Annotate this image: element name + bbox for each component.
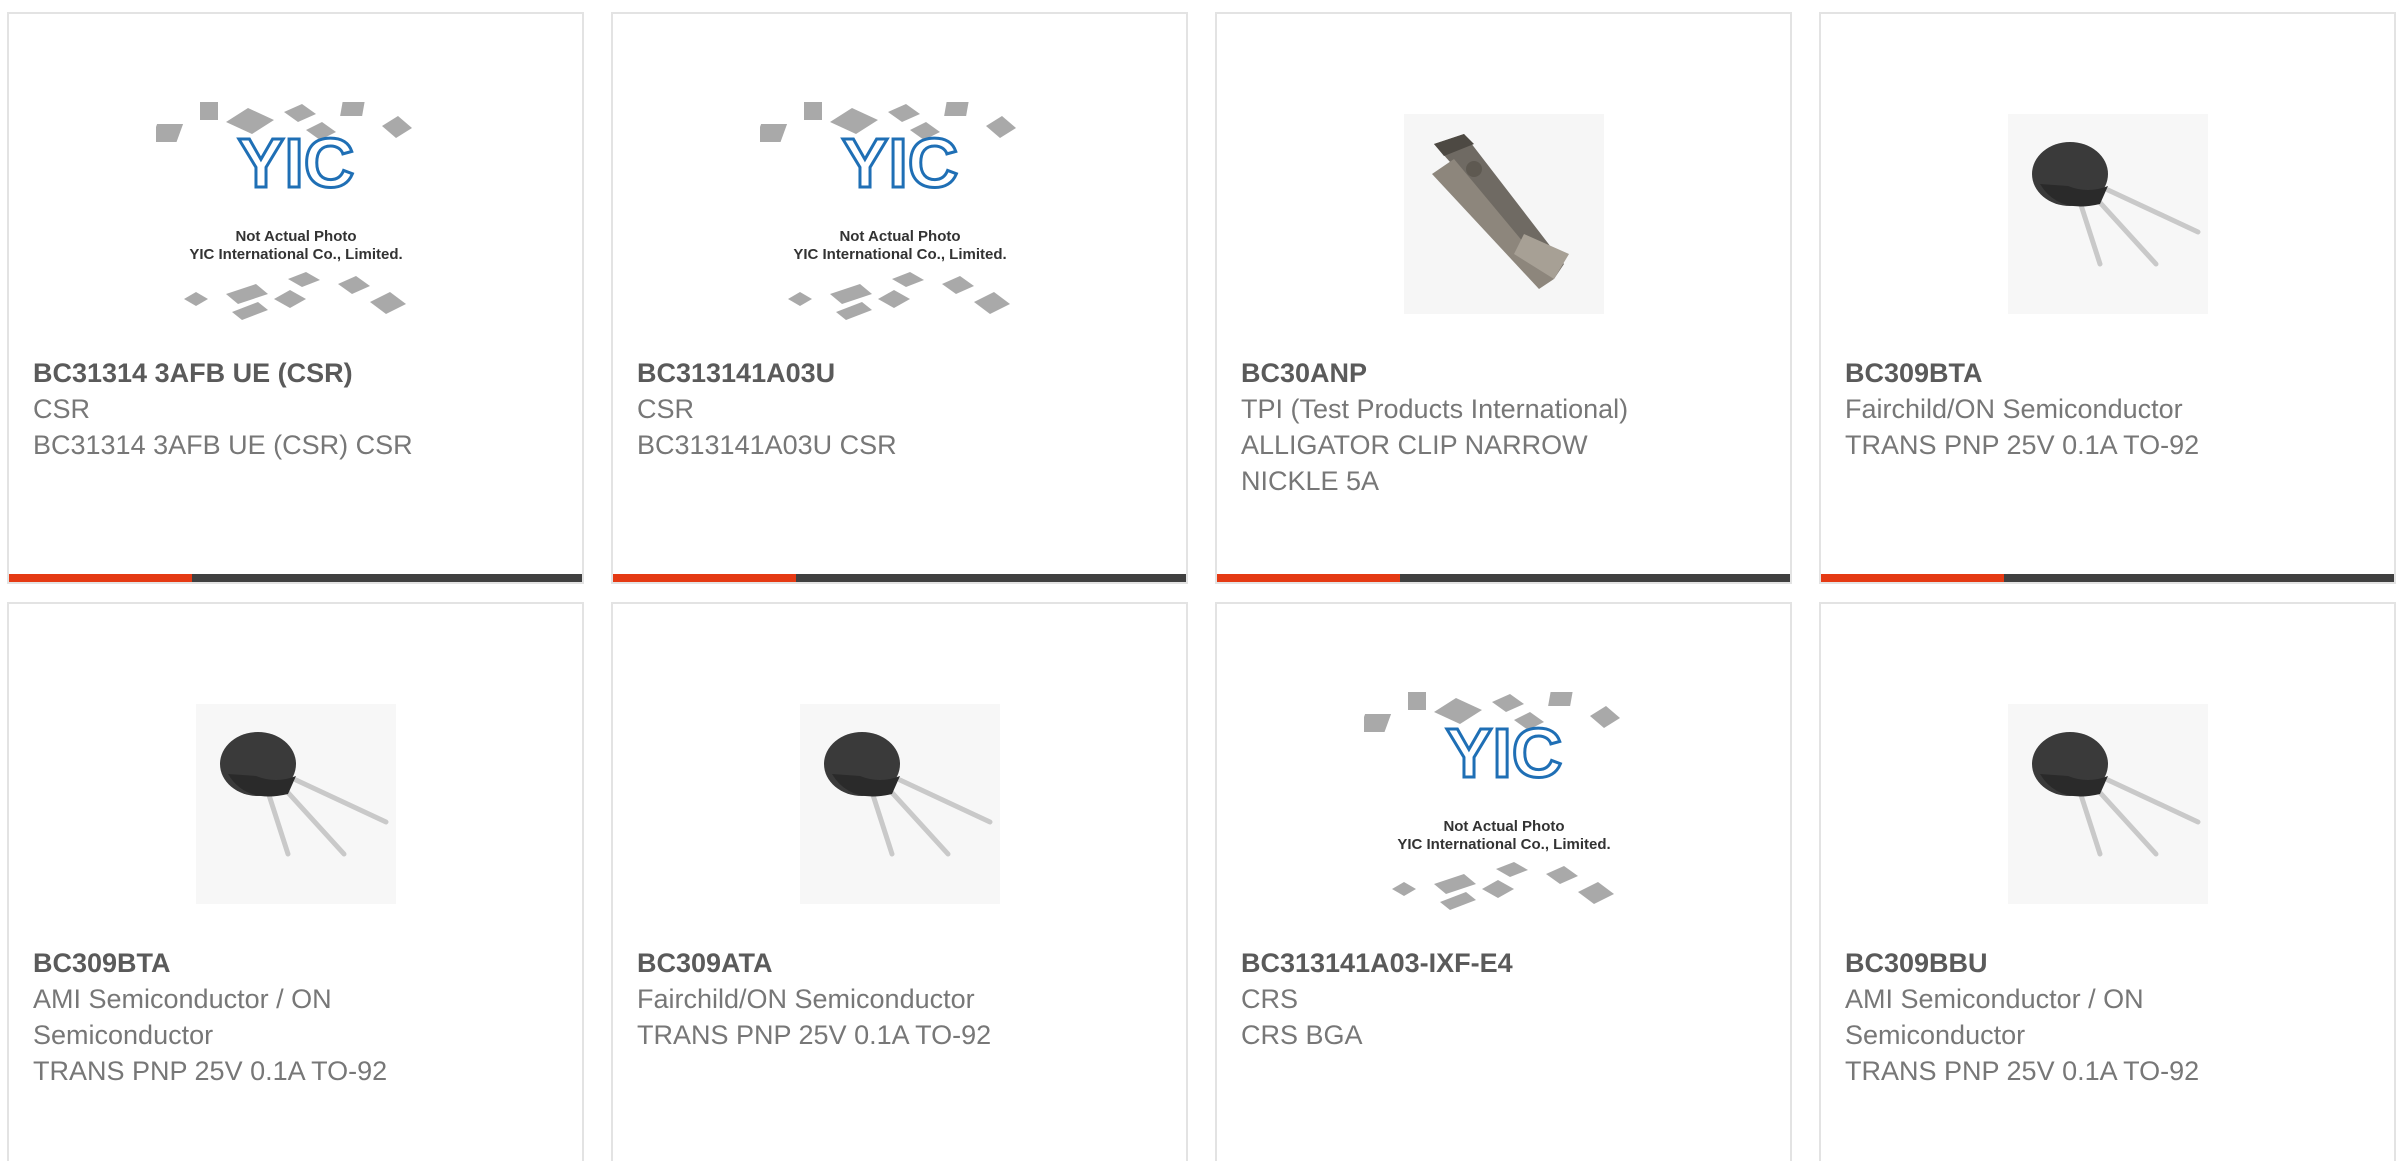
- part-number[interactable]: BC313141A03U: [637, 355, 1162, 391]
- product-card[interactable]: BC309BTA Fairchild/ON Semiconductor TRAN…: [1819, 12, 2396, 584]
- placeholder-caption-2: YIC International Co., Limited.: [1397, 836, 1610, 853]
- transistor-image[interactable]: [156, 684, 436, 924]
- part-number[interactable]: BC309BBU: [1845, 945, 2370, 981]
- description: TRANS PNP 25V 0.1A TO-92: [637, 1020, 992, 1050]
- description: TRANS PNP 25V 0.1A TO-92: [1845, 1056, 2200, 1086]
- transistor-image[interactable]: [1968, 94, 2248, 334]
- card-bottom-bar: [1217, 574, 1790, 582]
- manufacturer: AMI Semiconductor / ON Semiconductor: [33, 984, 332, 1050]
- product-card[interactable]: BC309BTA AMI Semiconductor / ON Semicond…: [7, 602, 584, 1161]
- description: TRANS PNP 25V 0.1A TO-92: [33, 1056, 388, 1086]
- part-number[interactable]: BC309BTA: [1845, 355, 2370, 391]
- product-card[interactable]: YIC Not Actual Photo YIC International C…: [7, 12, 584, 584]
- product-card[interactable]: BC309ATA Fairchild/ON Semiconductor TRAN…: [611, 602, 1188, 1161]
- placeholder-caption-2: YIC International Co., Limited.: [793, 246, 1006, 263]
- manufacturer: Fairchild/ON Semiconductor: [1845, 394, 2183, 424]
- transistor-image[interactable]: [760, 684, 1040, 924]
- manufacturer: Fairchild/ON Semiconductor: [637, 984, 975, 1014]
- svg-text:YIC: YIC: [1445, 714, 1562, 792]
- product-card[interactable]: BC309BBU AMI Semiconductor / ON Semicond…: [1819, 602, 2396, 1161]
- svg-text:YIC: YIC: [841, 124, 958, 202]
- placeholder-caption-1: Not Actual Photo: [839, 228, 960, 245]
- placeholder-caption-2: YIC International Co., Limited.: [189, 246, 402, 263]
- product-grid: YIC Not Actual Photo YIC International C…: [0, 0, 2400, 1161]
- card-bottom-bar: [9, 574, 582, 582]
- description: CRS BGA: [1241, 1020, 1363, 1050]
- card-bottom-bar: [613, 574, 1186, 582]
- product-info: BC30ANP TPI (Test Products International…: [1241, 355, 1766, 499]
- product-info: BC309BBU AMI Semiconductor / ON Semicond…: [1845, 945, 2370, 1089]
- product-info: BC31314 3AFB UE (CSR) CSR BC31314 3AFB U…: [33, 355, 558, 463]
- part-number[interactable]: BC309BTA: [33, 945, 558, 981]
- product-image-placeholder[interactable]: YIC Not Actual Photo YIC International C…: [155, 94, 436, 334]
- placeholder-caption-1: Not Actual Photo: [1443, 818, 1564, 835]
- manufacturer: TPI (Test Products International): [1241, 394, 1629, 424]
- placeholder-caption-1: Not Actual Photo: [235, 228, 356, 245]
- product-card[interactable]: YIC Not Actual Photo YIC International C…: [611, 12, 1188, 584]
- product-info: BC313141A03U CSR BC313141A03U CSR: [637, 355, 1162, 463]
- manufacturer: CSR: [33, 394, 91, 424]
- transistor-image[interactable]: [1968, 684, 2248, 924]
- description: BC31314 3AFB UE (CSR) CSR: [33, 430, 413, 460]
- product-info: BC309BTA Fairchild/ON Semiconductor TRAN…: [1845, 355, 2370, 463]
- product-info: BC313141A03-IXF-E4 CRS CRS BGA: [1241, 945, 1766, 1053]
- card-accent-bar: [9, 574, 192, 582]
- part-number[interactable]: BC30ANP: [1241, 355, 1766, 391]
- part-number[interactable]: BC309ATA: [637, 945, 1162, 981]
- product-card[interactable]: BC30ANP TPI (Test Products International…: [1215, 12, 1792, 584]
- description: ALLIGATOR CLIP NARROW NICKLE 5A: [1241, 430, 1588, 496]
- alligator-clip-image[interactable]: [1364, 94, 1644, 334]
- card-accent-bar: [1217, 574, 1400, 582]
- card-bottom-bar: [1821, 574, 2394, 582]
- manufacturer: CSR: [637, 394, 695, 424]
- product-image-placeholder[interactable]: YIC Not Actual Photo YIC International C…: [759, 94, 1040, 334]
- product-card[interactable]: YIC Not Actual Photo YIC International C…: [1215, 602, 1792, 1161]
- description: TRANS PNP 25V 0.1A TO-92: [1845, 430, 2200, 460]
- product-info: BC309BTA AMI Semiconductor / ON Semicond…: [33, 945, 558, 1089]
- manufacturer: CRS: [1241, 984, 1299, 1014]
- description: BC313141A03U CSR: [637, 430, 897, 460]
- part-number[interactable]: BC31314 3AFB UE (CSR): [33, 355, 558, 391]
- part-number[interactable]: BC313141A03-IXF-E4: [1241, 945, 1766, 981]
- product-info: BC309ATA Fairchild/ON Semiconductor TRAN…: [637, 945, 1162, 1053]
- card-accent-bar: [1821, 574, 2004, 582]
- product-image-placeholder[interactable]: YIC Not Actual Photo YIC International C…: [1363, 684, 1644, 924]
- manufacturer: AMI Semiconductor / ON Semiconductor: [1845, 984, 2144, 1050]
- svg-text:YIC: YIC: [237, 124, 354, 202]
- card-accent-bar: [613, 574, 796, 582]
